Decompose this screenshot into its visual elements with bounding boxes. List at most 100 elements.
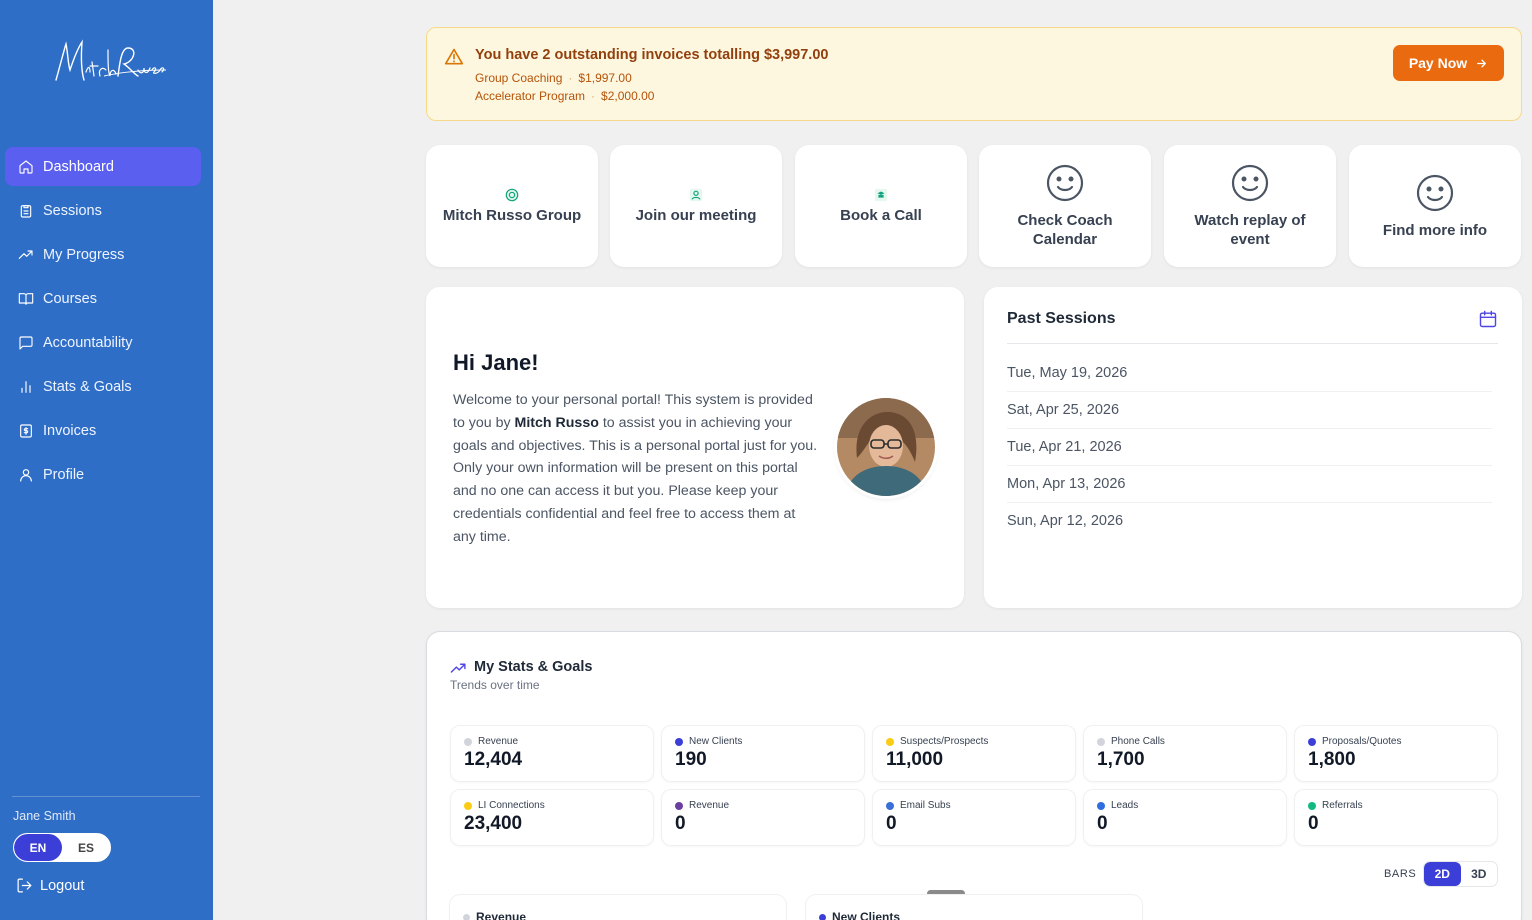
language-switcher: EN ES bbox=[13, 833, 111, 862]
sidebar-item-invoices[interactable]: Invoices bbox=[5, 411, 201, 450]
stat-label: Proposals/Quotes bbox=[1308, 736, 1402, 747]
series-dot bbox=[1308, 737, 1316, 746]
stat-card[interactable]: Revenue 0 bbox=[662, 790, 864, 845]
stat-card[interactable]: LI Connections 23,400 bbox=[451, 790, 653, 845]
quick-link-mitch-russo-group[interactable]: Mitch Russo Group bbox=[426, 145, 598, 267]
sidebar-item-stats-goals[interactable]: Stats & Goals bbox=[5, 367, 201, 406]
stat-card[interactable]: Leads 0 bbox=[1084, 790, 1286, 845]
mitch-russo-logo[interactable] bbox=[48, 36, 168, 92]
sidebar-item-profile[interactable]: Profile bbox=[5, 455, 201, 494]
quick-link-label: Find more info bbox=[1382, 221, 1488, 239]
stats-title: My Stats & Goals bbox=[474, 659, 593, 675]
quick-link-book-call[interactable]: Book a Call bbox=[795, 145, 967, 267]
divider bbox=[1007, 343, 1498, 344]
mode-2d-button[interactable]: 2D bbox=[1424, 862, 1461, 886]
series-dot bbox=[1097, 737, 1105, 746]
pay-now-button[interactable]: Pay Now bbox=[1393, 45, 1504, 81]
stat-value: 0 bbox=[1308, 813, 1319, 834]
sidebar-item-courses[interactable]: Courses bbox=[5, 279, 201, 318]
invoice-amount: $2,000.00 bbox=[601, 89, 655, 103]
chart-label: New Clients bbox=[819, 910, 900, 920]
separator: · bbox=[568, 71, 573, 85]
warning-icon bbox=[444, 48, 464, 65]
quick-link-label: Join our meeting bbox=[635, 206, 757, 224]
series-dot bbox=[819, 913, 826, 920]
sidebar-divider bbox=[12, 796, 200, 797]
alert-title: You have 2 outstanding invoices totallin… bbox=[475, 47, 829, 63]
stat-label-text: Revenue bbox=[478, 736, 519, 747]
session-item[interactable]: Tue, May 19, 2026 bbox=[1007, 355, 1492, 392]
chart-card: New Clients bbox=[806, 895, 1142, 920]
sidebar-item-label: Stats & Goals bbox=[43, 378, 132, 395]
stat-label-text: Suspects/Prospects bbox=[900, 736, 989, 747]
book-open-icon bbox=[17, 290, 35, 308]
stat-label: New Clients bbox=[675, 736, 742, 747]
stat-card[interactable]: Phone Calls 1,700 bbox=[1084, 726, 1286, 781]
series-dot bbox=[464, 801, 472, 810]
smile-icon bbox=[1046, 164, 1084, 202]
stats-subtitle: Trends over time bbox=[450, 678, 540, 692]
sidebar-item-label: Accountability bbox=[43, 334, 133, 351]
greeting: Hi Jane! bbox=[453, 350, 539, 375]
series-dot bbox=[1097, 801, 1105, 810]
stat-label-text: Leads bbox=[1111, 800, 1139, 811]
quick-link-label: Mitch Russo Group bbox=[442, 206, 582, 224]
separator: · bbox=[591, 89, 596, 103]
stat-label: Revenue bbox=[675, 800, 729, 811]
lang-en-button[interactable]: EN bbox=[14, 834, 62, 861]
sidebar-nav: Dashboard Sessions My Progress Courses A… bbox=[5, 147, 201, 499]
lang-es-button[interactable]: ES bbox=[62, 834, 110, 861]
quick-link-find-more-info[interactable]: Find more info bbox=[1349, 145, 1521, 267]
phone-icon bbox=[874, 188, 888, 201]
chart-card: Revenue bbox=[450, 895, 786, 920]
series-dot bbox=[886, 737, 894, 746]
stat-card[interactable]: New Clients 190 bbox=[662, 726, 864, 781]
sidebar: Dashboard Sessions My Progress Courses A… bbox=[0, 0, 213, 920]
meeting-icon bbox=[689, 188, 703, 201]
chart-label: Revenue bbox=[463, 910, 526, 920]
coach-name: Mitch Russo bbox=[514, 414, 599, 431]
stat-value: 1,700 bbox=[1097, 749, 1145, 770]
bar-chart-icon bbox=[17, 378, 35, 396]
user-name: Jane Smith bbox=[13, 809, 76, 823]
sidebar-item-dashboard[interactable]: Dashboard bbox=[5, 147, 201, 186]
stat-label: Phone Calls bbox=[1097, 736, 1165, 747]
series-dot bbox=[463, 913, 470, 920]
session-list: Tue, May 19, 2026 Sat, Apr 25, 2026 Tue,… bbox=[1007, 355, 1492, 540]
quick-link-join-meeting[interactable]: Join our meeting bbox=[610, 145, 782, 267]
welcome-card: Hi Jane! Welcome to your personal portal… bbox=[426, 287, 964, 608]
past-sessions-title: Past Sessions bbox=[1007, 310, 1116, 327]
quick-link-watch-replay[interactable]: Watch replay of event bbox=[1164, 145, 1336, 267]
chart-mode-toggle: 2D 3D bbox=[1423, 861, 1498, 887]
stat-card[interactable]: Email Subs 0 bbox=[873, 790, 1075, 845]
calendar-icon[interactable] bbox=[1478, 309, 1498, 329]
quick-link-label: Book a Call bbox=[840, 206, 922, 224]
welcome-text: Welcome to your personal portal! This sy… bbox=[453, 389, 819, 549]
session-item[interactable]: Sun, Apr 12, 2026 bbox=[1007, 503, 1492, 540]
sidebar-item-my-progress[interactable]: My Progress bbox=[5, 235, 201, 274]
session-item[interactable]: Mon, Apr 13, 2026 bbox=[1007, 466, 1492, 503]
stat-label: Revenue bbox=[464, 736, 518, 747]
stat-card[interactable]: Referrals 0 bbox=[1295, 790, 1497, 845]
chart-label-text: Revenue bbox=[476, 910, 527, 920]
sidebar-item-accountability[interactable]: Accountability bbox=[5, 323, 201, 362]
stat-label: Leads bbox=[1097, 800, 1138, 811]
session-item[interactable]: Sat, Apr 25, 2026 bbox=[1007, 392, 1492, 429]
sidebar-item-label: Courses bbox=[43, 290, 97, 307]
stat-label-text: Revenue bbox=[689, 800, 730, 811]
stat-card[interactable]: Proposals/Quotes 1,800 bbox=[1295, 726, 1497, 781]
mode-3d-button[interactable]: 3D bbox=[1461, 862, 1498, 886]
sidebar-item-label: Profile bbox=[43, 466, 85, 483]
stat-card[interactable]: Suspects/Prospects 11,000 bbox=[873, 726, 1075, 781]
home-icon bbox=[17, 158, 35, 176]
session-item[interactable]: Tue, Apr 21, 2026 bbox=[1007, 429, 1492, 466]
stat-value: 0 bbox=[886, 813, 897, 834]
logout-button[interactable]: Logout bbox=[16, 877, 84, 894]
quick-link-check-coach-calendar[interactable]: Check Coach Calendar bbox=[979, 145, 1151, 267]
stat-card[interactable]: Revenue 12,404 bbox=[451, 726, 653, 781]
stat-value: 12,404 bbox=[464, 749, 523, 770]
trending-up-icon bbox=[17, 246, 35, 264]
pay-now-label: Pay Now bbox=[1408, 55, 1468, 71]
welcome-text-part: to assist you in achieving your goals an… bbox=[453, 414, 818, 545]
sidebar-item-sessions[interactable]: Sessions bbox=[5, 191, 201, 230]
